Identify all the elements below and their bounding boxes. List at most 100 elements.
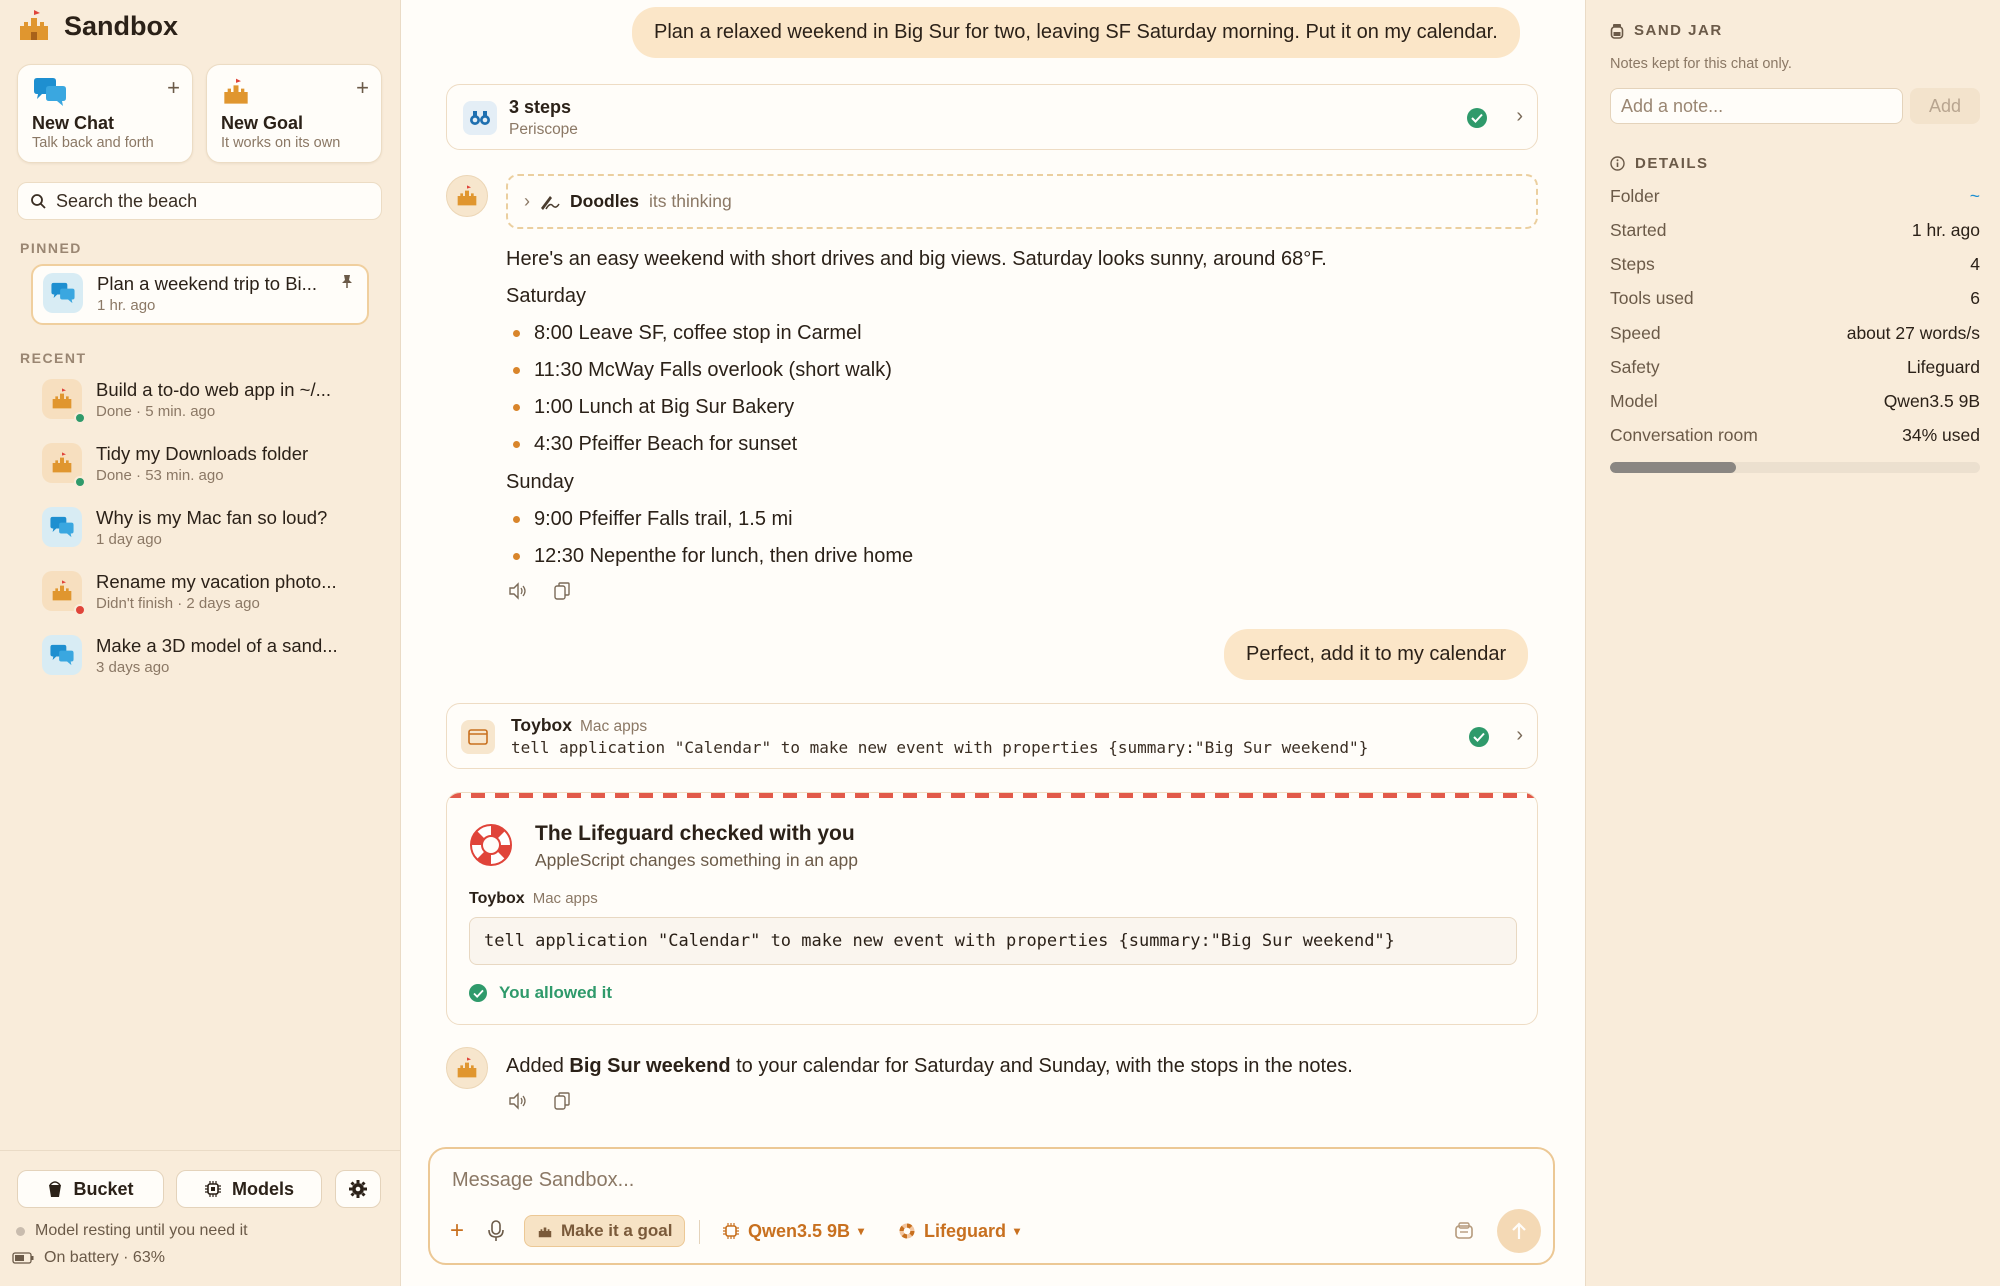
battery-status: On battery · 63% bbox=[12, 1249, 165, 1267]
folder-link[interactable]: ~ bbox=[1970, 186, 1980, 207]
recent-chat-item[interactable]: Build a to-do web app in ~/... Done · 5 … bbox=[42, 379, 331, 424]
assistant-avatar bbox=[446, 175, 488, 217]
bullet bbox=[513, 404, 520, 411]
speaker-icon[interactable] bbox=[508, 1092, 528, 1110]
list-item: 8:00 Leave SF, coffee stop in Carmel bbox=[513, 322, 862, 345]
list-item-text: 8:00 Leave SF, coffee stop in Carmel bbox=[534, 322, 862, 344]
models-button[interactable]: Models bbox=[176, 1170, 322, 1208]
tool-name: Toybox bbox=[469, 890, 525, 907]
sandcastle-icon bbox=[457, 185, 477, 206]
safety-select[interactable]: Lifeguard ▾ bbox=[898, 1214, 1020, 1248]
list-item-text: 11:30 McWay Falls overlook (short walk) bbox=[534, 359, 892, 381]
context-icon[interactable] bbox=[1454, 1214, 1474, 1248]
gear-icon bbox=[348, 1179, 368, 1199]
models-label: Models bbox=[231, 1178, 294, 1199]
attach-plus-button[interactable]: + bbox=[450, 1214, 464, 1248]
sand-jar-header: SAND JAR bbox=[1610, 22, 1723, 39]
microphone-icon[interactable] bbox=[488, 1214, 504, 1248]
send-button[interactable] bbox=[1497, 1209, 1541, 1253]
detail-key: Safety bbox=[1610, 357, 1660, 377]
detail-row: Folder ~ bbox=[1610, 186, 1980, 207]
final-message: Added Big Sur weekend to your calendar f… bbox=[506, 1055, 1353, 1078]
pinned-label: PINNED bbox=[20, 240, 82, 256]
lifeguard-subtitle: AppleScript changes something in an app bbox=[535, 850, 858, 870]
chat-title: Make a 3D model of a sand... bbox=[96, 635, 338, 656]
model-select[interactable]: Qwen3.5 9B ▾ bbox=[722, 1214, 864, 1248]
app-name: Sandbox bbox=[64, 10, 179, 41]
chat-bubbles-icon bbox=[42, 507, 82, 547]
speaker-icon[interactable] bbox=[508, 582, 528, 600]
bucket-button[interactable]: Bucket bbox=[17, 1170, 164, 1208]
detail-value: Qwen3.5 9B bbox=[1883, 391, 1980, 411]
list-item: 12:30 Nepenthe for lunch, then drive hom… bbox=[513, 545, 913, 568]
pin-icon[interactable] bbox=[341, 274, 353, 291]
details-header: DETAILS bbox=[1610, 155, 1709, 172]
chat-title: Rename my vacation photo... bbox=[96, 571, 337, 592]
recent-chat-item[interactable]: Rename my vacation photo... Didn't finis… bbox=[42, 571, 337, 616]
model-status: Model resting until you need it bbox=[16, 1222, 248, 1240]
add-note-button[interactable]: Add bbox=[1910, 88, 1980, 124]
sand-jar-title: SAND JAR bbox=[1634, 22, 1723, 39]
detail-value: 4 bbox=[1970, 254, 1980, 274]
chat-time: Done · 53 min. ago bbox=[96, 467, 224, 484]
check-icon bbox=[1467, 108, 1487, 128]
bullet bbox=[513, 367, 520, 374]
thinking-toggle[interactable]: › Doodles its thinking bbox=[506, 174, 1538, 229]
chevron-right-icon: › bbox=[1516, 724, 1523, 746]
recent-chat-item[interactable]: Make a 3D model of a sand... 3 days ago bbox=[42, 635, 338, 676]
sandcastle-icon bbox=[457, 1057, 477, 1078]
list-item: 11:30 McWay Falls overlook (short walk) bbox=[513, 359, 892, 382]
tool-category: Mac apps bbox=[532, 890, 598, 907]
make-goal-button[interactable]: Make it a goal bbox=[524, 1215, 686, 1247]
detail-row: Safety Lifeguard bbox=[1610, 357, 1980, 378]
lifebuoy-icon bbox=[898, 1222, 916, 1240]
chevron-right-icon: › bbox=[1516, 105, 1523, 127]
thinking-label: its thinking bbox=[649, 191, 732, 211]
details-title: DETAILS bbox=[1635, 155, 1709, 172]
model-label: Qwen3.5 9B bbox=[748, 1220, 851, 1241]
tool-category: Mac apps bbox=[579, 718, 648, 735]
detail-key: Conversation room bbox=[1610, 425, 1758, 445]
recent-chat-item[interactable]: Why is my Mac fan so loud? 1 day ago bbox=[42, 507, 327, 548]
bullet bbox=[513, 330, 520, 337]
scribble-icon bbox=[540, 194, 560, 210]
event-name: Big Sur weekend bbox=[569, 1055, 731, 1077]
info-icon bbox=[1610, 156, 1625, 171]
list-item: 4:30 Pfeiffer Beach for sunset bbox=[513, 433, 797, 456]
pinned-chat-item[interactable]: Plan a weekend trip to Bi... 1 hr. ago bbox=[31, 264, 369, 325]
note-input[interactable]: Add a note... bbox=[1610, 88, 1903, 124]
new-goal-button[interactable]: + New Goal It works on its own bbox=[206, 64, 382, 163]
settings-button[interactable] bbox=[335, 1170, 381, 1208]
chat-title: Build a to-do web app in ~/... bbox=[96, 379, 331, 400]
detail-row: Steps 4 bbox=[1610, 254, 1980, 275]
plus-icon: + bbox=[167, 75, 180, 100]
new-goal-subtitle: It works on its own bbox=[221, 135, 341, 151]
copy-icon[interactable] bbox=[554, 1092, 570, 1110]
make-goal-label: Make it a goal bbox=[561, 1221, 673, 1240]
new-chat-subtitle: Talk back and forth bbox=[32, 135, 154, 151]
recent-chat-item[interactable]: Tidy my Downloads folder Done · 53 min. … bbox=[42, 443, 308, 488]
steps-subtitle: Periscope bbox=[509, 121, 578, 138]
copy-icon[interactable] bbox=[554, 582, 570, 600]
recent-label: RECENT bbox=[20, 350, 87, 366]
new-chat-button[interactable]: + New Chat Talk back and forth bbox=[17, 64, 193, 163]
chat-bubbles-icon bbox=[42, 635, 82, 675]
jar-icon bbox=[1610, 23, 1624, 39]
detail-key: Folder bbox=[1610, 186, 1660, 206]
message-input[interactable]: Message Sandbox... bbox=[452, 1169, 634, 1192]
steps-card[interactable]: 3 steps Periscope › bbox=[446, 84, 1538, 150]
brand: Sandbox bbox=[16, 8, 178, 44]
bucket-icon bbox=[47, 1180, 63, 1198]
chat-time: 1 day ago bbox=[96, 531, 162, 548]
battery-status-text: On battery · 63% bbox=[44, 1249, 165, 1266]
final-text: Added bbox=[506, 1055, 570, 1077]
new-chat-title: New Chat bbox=[32, 113, 115, 133]
detail-value: 1 hr. ago bbox=[1911, 220, 1980, 240]
sandcastle-logo-icon bbox=[16, 8, 52, 44]
detail-row: Conversation room 34% used bbox=[1610, 425, 1980, 446]
tool-call-card[interactable]: Toybox Mac apps tell application "Calend… bbox=[446, 703, 1538, 769]
sandcastle-icon bbox=[221, 77, 257, 107]
search-input[interactable]: Search the beach bbox=[17, 182, 382, 220]
status-dot bbox=[74, 412, 86, 424]
detail-value: Lifeguard bbox=[1907, 357, 1980, 377]
